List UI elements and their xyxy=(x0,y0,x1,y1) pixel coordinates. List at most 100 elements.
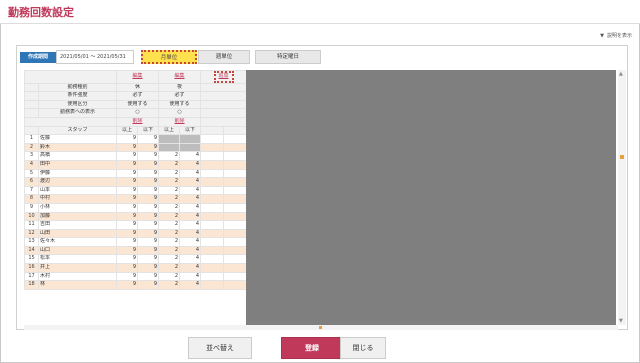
count-cell[interactable]: 9 xyxy=(136,159,160,170)
count-cell[interactable]: 9 xyxy=(116,202,138,213)
staff-row[interactable]: 2 鈴木 9 9 xyxy=(24,142,246,153)
count-cell[interactable] xyxy=(179,142,202,153)
count-cell[interactable]: 9 xyxy=(116,263,138,273)
count-cell[interactable]: 2 xyxy=(158,177,181,187)
count-cell[interactable]: 4 xyxy=(179,177,202,187)
scroll-position-marker[interactable] xyxy=(620,155,624,159)
count-cell[interactable]: 4 xyxy=(179,185,202,196)
horizontal-scrollbar[interactable] xyxy=(24,325,618,330)
count-cell[interactable]: 2 xyxy=(158,194,181,204)
count-cell[interactable]: 4 xyxy=(179,263,202,273)
count-cell[interactable]: 9 xyxy=(116,142,138,153)
vertical-scrollbar[interactable]: ▲ ▼ xyxy=(618,70,626,325)
count-cell[interactable]: 9 xyxy=(116,211,138,222)
count-cell[interactable] xyxy=(158,142,181,153)
count-cell[interactable]: 9 xyxy=(136,168,160,179)
edit-column-1-link[interactable]: 編集 xyxy=(133,73,143,79)
count-cell[interactable]: 9 xyxy=(116,220,138,230)
staff-row[interactable]: 17 木村 9 9 2 4 xyxy=(24,271,246,282)
count-cell[interactable]: 9 xyxy=(116,194,138,204)
count-cell[interactable]: 9 xyxy=(136,280,160,290)
count-cell[interactable] xyxy=(158,134,181,144)
count-cell[interactable] xyxy=(179,134,202,144)
count-cell[interactable]: 9 xyxy=(136,177,160,187)
count-cell[interactable]: 4 xyxy=(179,237,202,247)
sort-button[interactable]: 並べ替え xyxy=(188,337,252,359)
count-cell[interactable]: 9 xyxy=(136,220,160,230)
count-cell[interactable]: 9 xyxy=(116,271,138,282)
staff-row[interactable]: 11 吉田 9 9 2 4 xyxy=(24,220,246,230)
count-cell[interactable]: 2 xyxy=(158,185,181,196)
staff-row[interactable]: 1 佐藤 9 9 xyxy=(24,134,246,144)
count-cell[interactable]: 4 xyxy=(179,271,202,282)
count-cell[interactable]: 4 xyxy=(179,280,202,290)
count-cell[interactable]: 4 xyxy=(179,220,202,230)
staff-row[interactable]: 13 佐々木 9 9 2 4 xyxy=(24,237,246,247)
staff-row[interactable]: 12 山田 9 9 2 4 xyxy=(24,228,246,239)
count-cell[interactable]: 2 xyxy=(158,168,181,179)
count-cell[interactable]: 2 xyxy=(158,151,181,161)
hscroll-position-marker[interactable] xyxy=(319,326,322,329)
staff-row[interactable]: 6 渡辺 9 9 2 4 xyxy=(24,177,246,187)
count-cell[interactable]: 2 xyxy=(158,237,181,247)
count-cell[interactable]: 9 xyxy=(116,134,138,144)
show-help-toggle[interactable]: ▼ 説明を表示 xyxy=(600,32,632,39)
staff-row[interactable]: 7 山本 9 9 2 4 xyxy=(24,185,246,196)
delete-column-2-link[interactable]: 削除 xyxy=(175,118,185,124)
count-cell[interactable]: 2 xyxy=(158,159,181,170)
count-cell[interactable]: 9 xyxy=(136,134,160,144)
count-cell[interactable]: 9 xyxy=(116,151,138,161)
count-cell[interactable]: 9 xyxy=(116,280,138,290)
count-cell[interactable]: 9 xyxy=(116,185,138,196)
count-cell[interactable]: 2 xyxy=(158,280,181,290)
count-cell[interactable]: 2 xyxy=(158,263,181,273)
count-cell[interactable]: 2 xyxy=(158,202,181,213)
count-cell[interactable]: 9 xyxy=(136,151,160,161)
count-cell[interactable]: 9 xyxy=(116,228,138,239)
count-cell[interactable]: 9 xyxy=(136,271,160,282)
add-column-link[interactable]: 追加 xyxy=(213,71,234,83)
count-cell[interactable]: 9 xyxy=(116,177,138,187)
count-cell[interactable]: 4 xyxy=(179,194,202,204)
count-cell[interactable]: 9 xyxy=(136,228,160,239)
staff-row[interactable]: 16 井上 9 9 2 4 xyxy=(24,263,246,273)
staff-row[interactable]: 8 中村 9 9 2 4 xyxy=(24,194,246,204)
staff-row[interactable]: 3 高橋 9 9 2 4 xyxy=(24,151,246,161)
staff-row[interactable]: 10 加藤 9 9 2 4 xyxy=(24,211,246,222)
edit-column-2-link[interactable]: 編集 xyxy=(175,73,185,79)
count-cell[interactable]: 9 xyxy=(136,245,160,256)
count-cell[interactable]: 9 xyxy=(116,168,138,179)
mode-weekly-button[interactable]: 週単位 xyxy=(198,50,250,64)
count-cell[interactable]: 4 xyxy=(179,202,202,213)
staff-row[interactable]: 18 林 9 9 2 4 xyxy=(24,280,246,290)
count-cell[interactable]: 2 xyxy=(158,220,181,230)
count-cell[interactable]: 9 xyxy=(116,245,138,256)
count-cell[interactable]: 9 xyxy=(136,142,160,153)
count-cell[interactable]: 9 xyxy=(136,254,160,265)
count-cell[interactable]: 9 xyxy=(136,263,160,273)
count-cell[interactable]: 9 xyxy=(136,237,160,247)
count-cell[interactable]: 2 xyxy=(158,211,181,222)
count-cell[interactable]: 9 xyxy=(136,211,160,222)
count-cell[interactable]: 4 xyxy=(179,159,202,170)
count-cell[interactable]: 9 xyxy=(136,194,160,204)
count-cell[interactable]: 2 xyxy=(158,254,181,265)
count-cell[interactable]: 2 xyxy=(158,271,181,282)
count-cell[interactable]: 9 xyxy=(116,254,138,265)
count-cell[interactable]: 9 xyxy=(136,185,160,196)
scroll-up-icon[interactable]: ▲ xyxy=(619,71,623,77)
count-cell[interactable]: 4 xyxy=(179,151,202,161)
count-cell[interactable]: 4 xyxy=(179,168,202,179)
count-cell[interactable]: 9 xyxy=(136,202,160,213)
staff-row[interactable]: 5 伊藤 9 9 2 4 xyxy=(24,168,246,179)
count-cell[interactable]: 4 xyxy=(179,245,202,256)
count-cell[interactable]: 9 xyxy=(116,159,138,170)
count-cell[interactable]: 2 xyxy=(158,245,181,256)
staff-row[interactable]: 15 松本 9 9 2 4 xyxy=(24,254,246,265)
mode-monthly-button[interactable]: 月単位 xyxy=(141,50,197,64)
delete-column-1-link[interactable]: 削除 xyxy=(133,118,143,124)
scroll-down-icon[interactable]: ▼ xyxy=(619,318,623,324)
count-cell[interactable]: 4 xyxy=(179,228,202,239)
count-cell[interactable]: 9 xyxy=(116,237,138,247)
staff-row[interactable]: 4 田中 9 9 2 4 xyxy=(24,159,246,170)
